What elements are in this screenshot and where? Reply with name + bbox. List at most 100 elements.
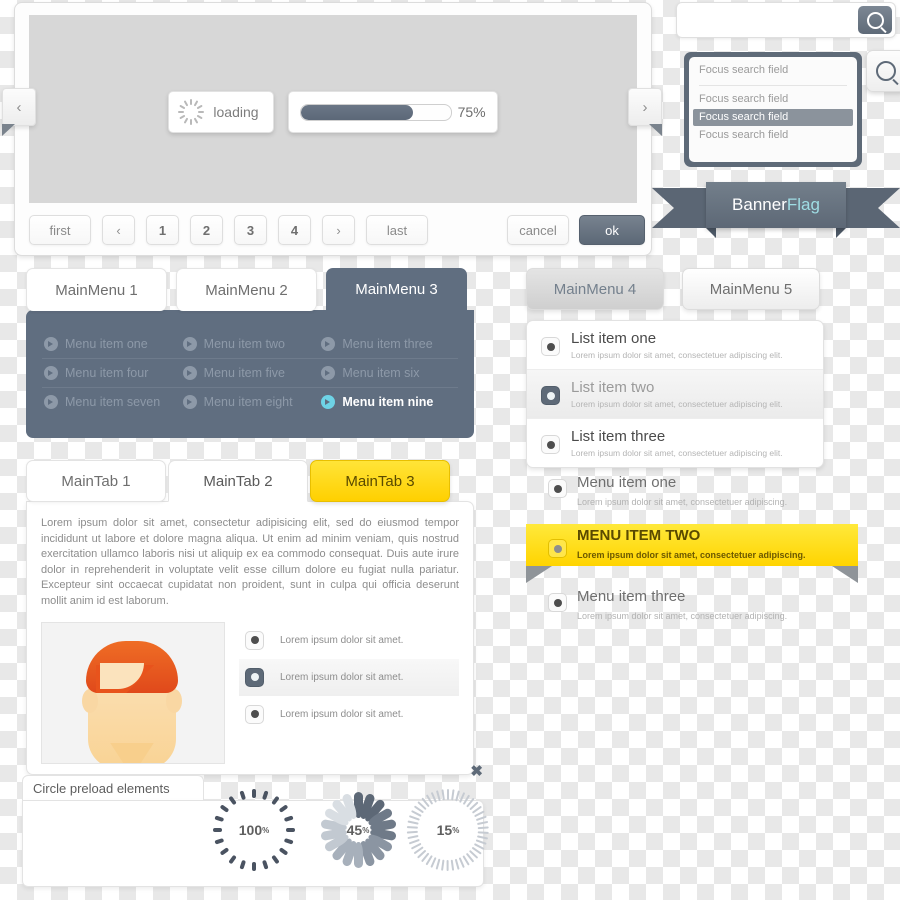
pagination-page-2[interactable]: 2 [190,215,223,245]
menu-item-three[interactable]: Menu item three Lorem ipsum dolor sit am… [526,584,858,628]
avatar-option-row[interactable]: Lorem ipsum dolor sit amet. [239,622,459,659]
menu-item[interactable]: Menu item one [42,330,181,358]
ribbon-tail [2,124,15,136]
main-tab-1[interactable]: MainTab 1 [26,460,166,502]
preloader-tick [252,862,256,871]
radio-icon[interactable] [245,667,264,687]
ribbon-fold-right [832,566,858,583]
list-item-subtitle: Lorem ipsum dolor sit amet, consectetuer… [571,350,783,360]
divider [699,85,847,86]
main-menu-tab-2[interactable]: MainMenu 2 [176,268,317,311]
menu-item[interactable]: Menu item seven [42,388,181,416]
radio-icon[interactable] [541,435,560,454]
search-button-focused[interactable] [866,50,900,92]
search-option-selected[interactable]: Focus search field [693,109,853,126]
carousel-next-button[interactable]: › [628,88,662,136]
list-box: List item one Lorem ipsum dolor sit amet,… [526,320,824,468]
menu-item[interactable]: Menu item nine [319,388,458,416]
search-option[interactable]: Focus search field [693,91,853,108]
carousel-prev-button[interactable]: ‹ [2,88,36,136]
banner-right-wing [844,188,900,228]
menu-item[interactable]: Menu item four [42,359,181,387]
menu-item-one[interactable]: Menu item one Lorem ipsum dolor sit amet… [526,470,858,514]
pagination-arrow-1[interactable]: ‹ [102,215,135,245]
main-menu-button-5[interactable]: MainMenu 5 [682,268,820,310]
chevron-right-icon: › [642,98,648,116]
main-tabs-widget: MainTab 1 MainTab 2 MainTab 3 Lorem ipsum … [26,460,483,780]
menu-item-label: Menu item one [65,337,148,351]
preloader-tick [213,828,222,832]
menu-row: Menu item seven Menu item eight Menu item … [42,387,458,416]
menu-item-two-highlighted[interactable]: MENU ITEM TWO Lorem ipsum dolor sit amet… [526,524,858,583]
preloader-label: 100% [238,822,270,838]
menu-item[interactable]: Menu item two [181,330,320,358]
preloaders-panel: 100% 45% 15% [22,789,489,887]
radio-icon[interactable] [245,630,264,650]
list-item[interactable]: List item one Lorem ipsum dolor sit amet,… [527,321,823,369]
list-item[interactable]: List item three Lorem ipsum dolor sit ame… [527,418,823,467]
radio-icon[interactable] [548,479,567,498]
pagination-arrow-6[interactable]: › [322,215,355,245]
menu-item-subtitle: Lorem ipsum dolor sit amet, consectetuer… [577,611,788,621]
list-item-title: List item two [571,379,655,396]
ok-button[interactable]: ok [579,215,645,245]
chevron-left-icon: ‹ [16,98,22,116]
search-focus-frame: Focus search field Focus search field Fo… [684,52,862,167]
radio-icon[interactable] [541,337,560,356]
arrow-circle-icon [321,366,336,380]
search-input[interactable]: Focus search field [699,64,788,76]
search-button[interactable] [858,6,892,34]
menu-item-label: Menu item two [203,337,285,351]
pagination-last[interactable]: last [366,215,428,245]
pagination-page-1[interactable]: 1 [146,215,179,245]
progress-fill [300,104,414,120]
ribbon-fold-left [526,566,552,583]
preloader-tick [447,789,449,800]
pagination-first[interactable]: first [29,215,91,245]
menu-item-label: Menu item nine [342,395,434,409]
arrow-circle-icon [182,337,197,351]
avatar-option-row[interactable]: Lorem ipsum dolor sit amet. [239,658,459,696]
main-tabs-panel: Lorem ipsum dolor sit amet, consectetur … [26,501,483,780]
tab-paragraph: Lorem ipsum dolor sit amet, consectetur … [41,517,459,608]
radio-icon[interactable] [541,386,560,405]
list-item[interactable]: List item two Lorem ipsum dolor sit amet,… [527,369,823,418]
radio-icon[interactable] [245,704,264,724]
radio-icon[interactable] [548,539,567,558]
arrow-circle-icon [321,395,336,409]
menu-item[interactable]: Menu item three [319,330,458,358]
main-menu-tab-3[interactable]: MainMenu 3 [326,268,467,311]
right-menu-items: Menu item one Lorem ipsum dolor sit amet… [526,470,858,628]
cancel-button[interactable]: cancel [507,215,569,245]
main-menu-tab-1[interactable]: MainMenu 1 [26,268,167,311]
radio-icon[interactable] [548,593,567,612]
preloader-tick [286,828,295,832]
progress-bar: 75% [287,91,498,133]
main-menu-tabs: MainMenu 1 MainMenu 2 MainMenu 3 [26,268,474,311]
main-menu-button-4[interactable]: MainMenu 4 [526,268,664,310]
ribbon-tail [649,124,662,136]
avatar-options-list: Lorem ipsum dolor sit amet. Lorem ipsum d… [239,622,459,764]
list-item-title: List item three [571,428,666,445]
avatar-option-label: Lorem ipsum dolor sit amet. [280,671,404,683]
main-tab-2[interactable]: MainTab 2 [168,460,308,502]
main-tab-3[interactable]: MainTab 3 [310,460,450,502]
menu-item-label: Menu item seven [65,395,161,409]
menu-item[interactable]: Menu item six [319,359,458,387]
search-dropdown: Focus search field Focus search field Fo… [689,57,857,162]
pagination-page-4[interactable]: 4 [278,215,311,245]
dialog-actions: cancel ok [507,215,645,245]
spinner-icon [178,99,205,125]
close-icon[interactable]: ✖ [470,762,483,780]
preloader-tick [447,860,449,871]
menu-item-title: Menu item three [577,588,686,605]
preloader-tick [252,789,256,798]
search-field[interactable] [676,2,896,38]
search-option[interactable]: Focus search field [693,127,853,144]
pagination-page-3[interactable]: 3 [234,215,267,245]
menu-item[interactable]: Menu item five [181,359,320,387]
preloaders-title: Circle preload elements [22,775,204,801]
menu-item[interactable]: Menu item eight [181,388,320,416]
arrow-circle-icon [321,337,336,351]
avatar-option-row[interactable]: Lorem ipsum dolor sit amet. [239,696,459,733]
